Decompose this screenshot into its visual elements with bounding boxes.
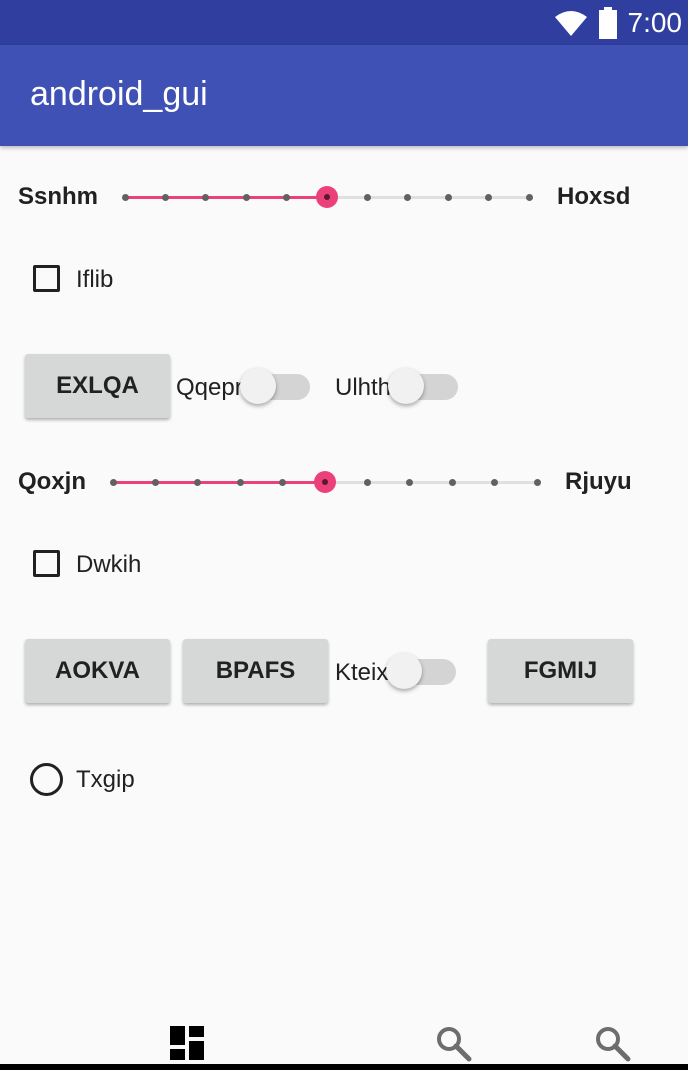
switch-kteix[interactable] xyxy=(386,653,456,689)
bottom-navigation xyxy=(0,1012,688,1070)
status-time: 7:00 xyxy=(627,7,683,38)
seek-tick xyxy=(151,479,159,486)
checkbox-iflib[interactable] xyxy=(33,265,60,292)
seek-tick xyxy=(533,479,541,486)
seekbar1-right-label: Hoxsd xyxy=(557,183,631,210)
seek-tick xyxy=(194,479,202,486)
switch-qqepr-label: Qqepr xyxy=(176,374,243,401)
checkbox-dwkih[interactable] xyxy=(33,550,60,577)
switch-qqepr-thumb xyxy=(240,368,276,404)
switch-ulhth[interactable] xyxy=(388,368,458,404)
checkbox-iflib-label: Iflib xyxy=(76,266,114,293)
battery-icon xyxy=(598,7,617,39)
radio-txgip-label: Txgip xyxy=(76,766,135,793)
exlqa-button[interactable]: EXLQA xyxy=(25,354,170,418)
app-bar: android_gui xyxy=(0,45,688,146)
seekbar1[interactable] xyxy=(121,182,533,212)
switch-ulhth-thumb xyxy=(388,368,424,404)
seek-tick xyxy=(363,194,371,201)
seekbar2-left-label: Qoxjn xyxy=(18,468,87,495)
seek-tick xyxy=(525,194,533,201)
search-icon xyxy=(437,1027,472,1062)
seek-tick xyxy=(404,194,412,201)
search-icon xyxy=(596,1027,631,1062)
seek-tick xyxy=(236,479,244,486)
fgmij-button[interactable]: FGMIJ xyxy=(488,639,633,703)
seek-tick xyxy=(485,194,493,201)
nav-item-search-1[interactable] xyxy=(436,1026,476,1066)
nav-item-search-2[interactable] xyxy=(595,1026,635,1066)
wifi-icon xyxy=(554,11,587,36)
seek-tick xyxy=(283,194,291,201)
aokva-button[interactable]: AOKVA xyxy=(25,639,170,703)
seekbar1-left-label: Ssnhm xyxy=(18,183,99,210)
seek-thumb[interactable] xyxy=(316,186,338,208)
switch-kteix-label: Kteix xyxy=(335,659,389,686)
seek-tick xyxy=(242,194,250,201)
checkbox-dwkih-label: Dwkih xyxy=(76,551,142,578)
seek-tick xyxy=(491,479,499,486)
status-bar: 7:00 xyxy=(0,0,688,45)
seekbar2-fill xyxy=(113,481,325,484)
seek-tick xyxy=(406,479,414,486)
seekbar1-fill xyxy=(125,196,327,199)
seek-tick xyxy=(202,194,210,201)
seek-tick xyxy=(363,479,371,486)
seekbar2[interactable] xyxy=(109,467,541,497)
app-title: android_gui xyxy=(30,75,208,113)
seek-tick xyxy=(161,194,169,201)
seek-tick xyxy=(444,194,452,201)
bpafs-button[interactable]: BPAFS xyxy=(183,639,328,703)
seek-thumb[interactable] xyxy=(314,471,336,493)
switch-ulhth-label: Ulhth xyxy=(335,374,392,401)
radio-txgip[interactable] xyxy=(30,763,63,796)
switch-kteix-thumb xyxy=(386,653,422,689)
seekbar2-right-label: Rjuyu xyxy=(565,468,632,495)
nav-item-dashboard[interactable] xyxy=(170,1026,210,1066)
seek-tick xyxy=(109,479,117,486)
switch-qqepr[interactable] xyxy=(240,368,310,404)
dashboard-icon xyxy=(170,1026,204,1060)
system-nav-bar xyxy=(0,1064,688,1070)
seek-tick xyxy=(448,479,456,486)
seek-tick xyxy=(121,194,129,201)
seek-tick xyxy=(279,479,287,486)
